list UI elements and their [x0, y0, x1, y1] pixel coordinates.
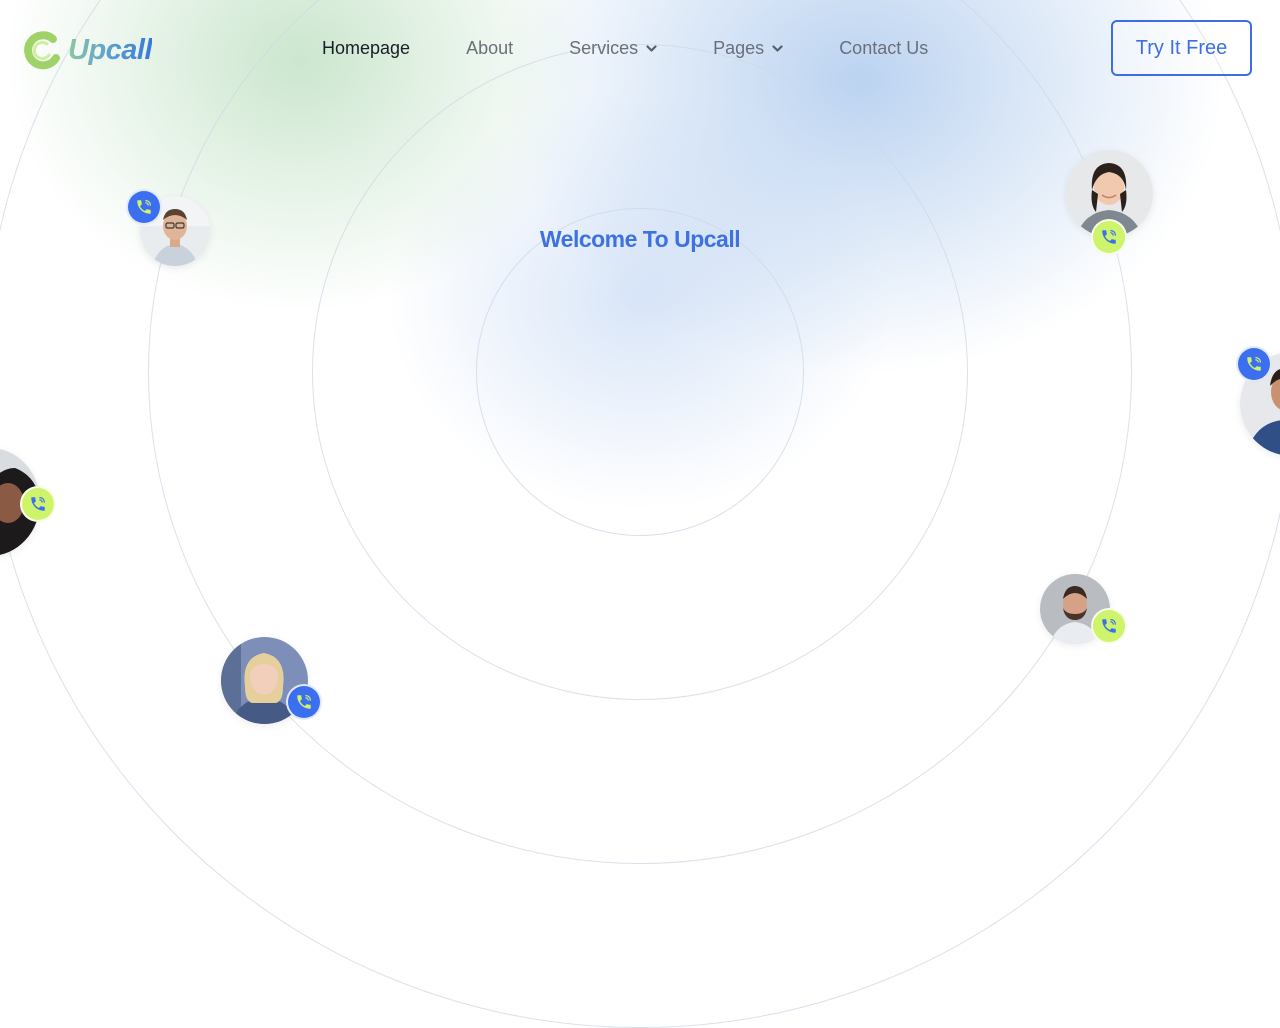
c-logo-mark-icon	[24, 31, 60, 70]
logo[interactable]: Upcall	[20, 30, 153, 70]
phone-call-icon	[286, 684, 322, 720]
phone-call-icon	[126, 189, 162, 225]
nav-item-contact-us[interactable]: Contact Us	[839, 38, 928, 59]
chevron-down-icon	[646, 44, 657, 52]
nav-item-about[interactable]: About	[466, 38, 513, 59]
phone-call-icon	[20, 486, 56, 522]
chevron-down-icon	[772, 44, 783, 52]
nav-item-pages[interactable]: Pages	[713, 38, 783, 59]
nav-label: About	[466, 38, 514, 58]
concentric-rings	[0, 0, 1280, 1028]
nav-item-services[interactable]: Services	[569, 38, 657, 59]
logo-text: Upcall	[68, 33, 153, 66]
try-it-free-button[interactable]: Try It Free	[1111, 20, 1252, 76]
nav-item-homepage[interactable]: Homepage	[322, 38, 410, 59]
main-nav: Homepage About Services Pages Contact Us	[322, 38, 928, 59]
phone-call-icon	[1236, 346, 1272, 382]
site-header: Upcall Homepage About Services Pages Con…	[0, 0, 1280, 100]
phone-call-icon	[1091, 608, 1127, 644]
phone-call-icon	[1091, 219, 1127, 255]
nav-label: Contact Us	[839, 38, 929, 58]
nav-label: Services	[569, 38, 639, 58]
nav-label: Homepage	[322, 38, 411, 58]
nav-label: Pages	[713, 38, 765, 58]
